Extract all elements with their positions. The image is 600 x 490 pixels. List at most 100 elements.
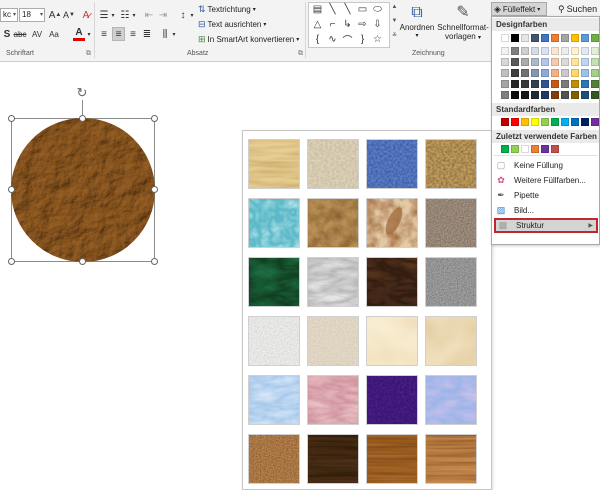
theme-shade-swatch[interactable] bbox=[561, 69, 569, 77]
texture-white-marble[interactable] bbox=[307, 257, 359, 307]
theme-shade-swatch[interactable] bbox=[591, 69, 599, 77]
arrow-shape-icon[interactable]: ⇩ bbox=[371, 19, 384, 30]
theme-shade-swatch[interactable] bbox=[521, 58, 529, 66]
theme-shade-swatch[interactable] bbox=[521, 47, 529, 55]
menu-item-keine-füllung[interactable]: ▢ Keine Füllung bbox=[494, 158, 598, 173]
theme-shade-swatch[interactable] bbox=[531, 80, 539, 88]
texture-fish-fossil[interactable] bbox=[366, 198, 418, 248]
texture-water-droplets[interactable] bbox=[248, 198, 300, 248]
texture-newsprint[interactable] bbox=[248, 316, 300, 366]
dialog-launcher-icon[interactable]: ⧉ bbox=[86, 50, 91, 58]
theme-shade-swatch[interactable] bbox=[531, 69, 539, 77]
theme-shade-swatch[interactable] bbox=[571, 80, 579, 88]
chevron-down-icon[interactable]: ▾ bbox=[131, 8, 137, 22]
theme-shade-swatch[interactable] bbox=[541, 80, 549, 88]
chevron-down-icon[interactable]: ▾ bbox=[86, 27, 92, 41]
theme-shade-swatch[interactable] bbox=[561, 91, 569, 99]
theme-shade-swatch[interactable] bbox=[511, 58, 519, 66]
chevron-down-icon[interactable]: ▾ bbox=[110, 8, 116, 22]
theme-shade-swatch[interactable] bbox=[501, 91, 509, 99]
standard-color-swatch[interactable] bbox=[561, 118, 569, 126]
theme-color-swatch[interactable] bbox=[501, 34, 509, 42]
texture-canvas[interactable] bbox=[307, 139, 359, 189]
texture-blue-tissue[interactable] bbox=[248, 375, 300, 425]
brace-shape-icon[interactable]: } bbox=[356, 34, 369, 45]
dialog-launcher-icon[interactable]: ⧉ bbox=[298, 50, 303, 58]
search-button[interactable]: ⚲ Suchen bbox=[558, 2, 597, 16]
justify-icon[interactable]: ≣ bbox=[141, 27, 153, 41]
texture-paper-bag[interactable] bbox=[307, 198, 359, 248]
bullets-icon[interactable]: ☰ bbox=[98, 8, 110, 22]
standard-color-swatch[interactable] bbox=[541, 118, 549, 126]
theme-shade-swatch[interactable] bbox=[551, 47, 559, 55]
texture-green-marble[interactable] bbox=[248, 257, 300, 307]
theme-color-swatch[interactable] bbox=[511, 34, 519, 42]
grow-font-icon[interactable]: A ▲ bbox=[49, 8, 62, 22]
theme-shade-swatch[interactable] bbox=[541, 69, 549, 77]
smartart-button[interactable]: ⊞ In SmartArt konvertieren ▾ bbox=[198, 33, 299, 46]
anordnen-button[interactable]: ⧉ Anordnen ▾ bbox=[399, 3, 435, 49]
theme-shade-swatch[interactable] bbox=[591, 58, 599, 66]
theme-shade-swatch[interactable] bbox=[561, 58, 569, 66]
theme-color-swatch[interactable] bbox=[571, 34, 579, 42]
standard-color-swatch[interactable] bbox=[581, 118, 589, 126]
star-shape-icon[interactable]: ☆ bbox=[371, 34, 384, 45]
columns-icon[interactable]: ⫼ bbox=[159, 27, 171, 41]
theme-shade-swatch[interactable] bbox=[551, 91, 559, 99]
theme-shade-swatch[interactable] bbox=[511, 69, 519, 77]
theme-color-swatch[interactable] bbox=[591, 34, 599, 42]
theme-shade-swatch[interactable] bbox=[501, 58, 509, 66]
theme-shade-swatch[interactable] bbox=[551, 69, 559, 77]
recent-color-swatch[interactable] bbox=[531, 145, 539, 153]
texture-bouquet[interactable] bbox=[425, 375, 477, 425]
font-size-combo[interactable]: 18 ▾ bbox=[19, 8, 45, 22]
rectangle-shape-icon[interactable]: ▭ bbox=[356, 4, 369, 15]
theme-shade-swatch[interactable] bbox=[521, 80, 529, 88]
texture-sand[interactable] bbox=[425, 198, 477, 248]
connector-shape-icon[interactable]: ⌐ bbox=[326, 19, 339, 30]
texture-purple-mesh[interactable] bbox=[366, 375, 418, 425]
standard-color-swatch[interactable] bbox=[571, 118, 579, 126]
texture-denim[interactable] bbox=[366, 139, 418, 189]
standard-color-swatch[interactable] bbox=[531, 118, 539, 126]
gallery-more-icon[interactable]: ≚ bbox=[391, 32, 398, 39]
resize-handle[interactable] bbox=[8, 115, 15, 122]
texture-walnut[interactable] bbox=[307, 434, 359, 484]
recent-color-swatch[interactable] bbox=[551, 145, 559, 153]
texture-brown-marble[interactable] bbox=[366, 257, 418, 307]
increase-indent-icon[interactable]: ⇥ bbox=[157, 8, 169, 22]
theme-shade-swatch[interactable] bbox=[521, 69, 529, 77]
theme-shade-swatch[interactable] bbox=[571, 58, 579, 66]
curve-shape-icon[interactable]: ⌒ bbox=[341, 34, 354, 47]
shadow-icon[interactable]: S bbox=[2, 27, 12, 41]
texture-medium-wood[interactable] bbox=[425, 434, 477, 484]
theme-shade-swatch[interactable] bbox=[571, 69, 579, 77]
menu-item-weitere-füllfarben[interactable]: ✿ Weitere Füllfarben... bbox=[494, 173, 598, 188]
clear-format-icon[interactable]: A̷ bbox=[80, 8, 92, 22]
numbering-icon[interactable]: ☷ bbox=[119, 8, 131, 22]
line-shape-icon[interactable]: ╲ bbox=[341, 4, 354, 15]
chevron-down-icon[interactable]: ▾ bbox=[171, 27, 177, 41]
theme-shade-swatch[interactable] bbox=[511, 91, 519, 99]
resize-handle[interactable] bbox=[151, 186, 158, 193]
texture-granite[interactable] bbox=[425, 257, 477, 307]
recent-color-swatch[interactable] bbox=[501, 145, 509, 153]
theme-color-swatch[interactable] bbox=[581, 34, 589, 42]
theme-shade-swatch[interactable] bbox=[581, 69, 589, 77]
theme-shade-swatch[interactable] bbox=[531, 47, 539, 55]
line-shape-icon[interactable]: ╲ bbox=[326, 4, 339, 15]
resize-handle[interactable] bbox=[79, 258, 86, 265]
theme-shade-swatch[interactable] bbox=[591, 91, 599, 99]
texture-parchment[interactable] bbox=[366, 316, 418, 366]
font-color-icon[interactable]: A bbox=[73, 27, 85, 41]
menu-item-bild[interactable]: ▨ Bild... bbox=[494, 203, 598, 218]
standard-color-swatch[interactable] bbox=[501, 118, 509, 126]
theme-shade-swatch[interactable] bbox=[581, 91, 589, 99]
theme-shade-swatch[interactable] bbox=[571, 91, 579, 99]
theme-shade-swatch[interactable] bbox=[501, 69, 509, 77]
chevron-down-icon[interactable]: ▾ bbox=[189, 8, 195, 22]
texture-cork[interactable] bbox=[248, 434, 300, 484]
theme-shade-swatch[interactable] bbox=[581, 58, 589, 66]
theme-shade-swatch[interactable] bbox=[561, 47, 569, 55]
resize-handle[interactable] bbox=[8, 258, 15, 265]
